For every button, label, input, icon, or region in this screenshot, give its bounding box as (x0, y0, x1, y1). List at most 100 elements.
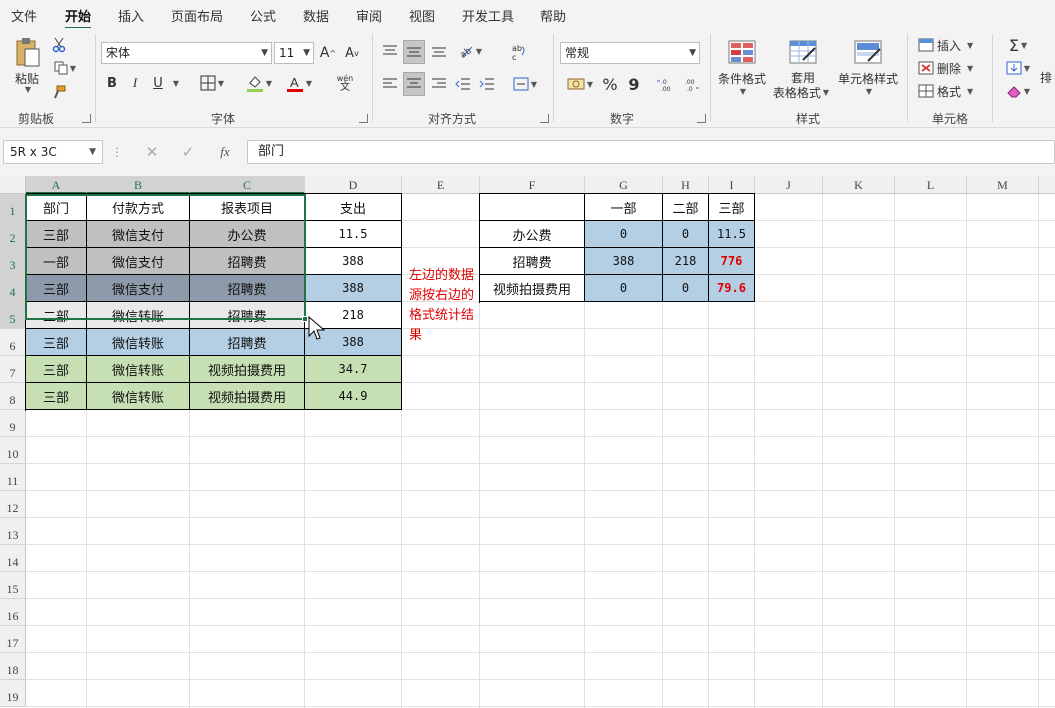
column-header-f[interactable]: F (480, 176, 585, 194)
summary-cell-highlight[interactable]: 79.6 (709, 275, 755, 302)
row-header-16[interactable]: 16 (0, 599, 26, 626)
table-cell[interactable]: 一部 (26, 248, 87, 275)
header-cell-dept[interactable]: 部门 (26, 194, 87, 221)
comma-style-button[interactable]: 9 (624, 73, 644, 95)
decrease-font-size-icon[interactable]: Av (342, 42, 362, 64)
format-as-table-button[interactable]: 表格格式 ▼ (770, 84, 832, 100)
tab-data[interactable]: 数据 (303, 6, 329, 25)
copy-icon[interactable]: ▼ (49, 59, 81, 77)
fill-icon[interactable]: ▼ (1003, 59, 1033, 77)
autosum-icon[interactable]: Σ ▼ (1003, 36, 1033, 55)
format-as-table-icon[interactable] (787, 38, 819, 66)
tab-file[interactable]: 文件 (11, 6, 37, 25)
header-cell-item[interactable]: 报表项目 (190, 194, 305, 221)
row-header-7[interactable]: 7 (0, 356, 26, 383)
tab-view[interactable]: 视图 (409, 6, 435, 25)
italic-button[interactable]: I (127, 73, 143, 93)
table-cell[interactable]: 微信转账 (87, 329, 190, 356)
align-middle-icon[interactable] (403, 40, 425, 64)
row-header-2[interactable]: 2 (0, 221, 26, 248)
format-painter-icon[interactable] (49, 83, 69, 101)
tab-home[interactable]: 开始 (65, 6, 92, 30)
paste-icon[interactable] (10, 36, 44, 70)
column-header-c[interactable]: C (190, 176, 305, 194)
conditional-formatting-dropdown-icon[interactable]: ▼ (736, 86, 748, 96)
table-cell[interactable]: 招聘费 (190, 302, 305, 329)
table-cell[interactable]: 三部 (26, 383, 87, 410)
table-cell[interactable]: 三部 (26, 275, 87, 302)
table-cell[interactable]: 388 (305, 275, 402, 302)
table-cell[interactable]: 34.7 (305, 356, 402, 383)
table-cell[interactable]: 11.5 (305, 221, 402, 248)
summary-cell[interactable]: 388 (585, 248, 663, 275)
decrease-decimal-icon[interactable]: .00.0 (680, 73, 702, 95)
decrease-indent-icon[interactable] (453, 73, 473, 95)
summary-header-cell[interactable]: 一部 (585, 194, 663, 221)
column-header-i[interactable]: I (709, 176, 755, 194)
clipboard-launcher-icon[interactable] (82, 114, 91, 123)
row-header-4[interactable]: 4 (0, 275, 26, 302)
row-header-9[interactable]: 9 (0, 410, 26, 437)
table-cell[interactable]: 招聘费 (190, 275, 305, 302)
accounting-format-icon[interactable]: ▼ (562, 73, 598, 95)
row-header-17[interactable]: 17 (0, 626, 26, 653)
percent-style-button[interactable]: % (600, 73, 620, 95)
row-header-8[interactable]: 8 (0, 383, 26, 410)
more-options-icon[interactable]: ⋮ (111, 143, 123, 161)
summary-header-cell[interactable]: 三部 (709, 194, 755, 221)
table-cell[interactable]: 微信支付 (87, 221, 190, 248)
row-header-1[interactable]: 1 (0, 194, 26, 221)
row-header-11[interactable]: 11 (0, 464, 26, 491)
summary-cell[interactable]: 11.5 (709, 221, 755, 248)
bold-button[interactable]: B (104, 73, 120, 93)
align-bottom-icon[interactable] (429, 40, 449, 62)
paste-dropdown-icon[interactable]: ▼ (18, 84, 36, 94)
phonetic-guide-icon[interactable]: wén 文 (330, 72, 360, 94)
column-header-l[interactable]: L (895, 176, 967, 194)
row-header-14[interactable]: 14 (0, 545, 26, 572)
summary-cell[interactable]: 0 (663, 221, 709, 248)
column-header-e[interactable]: E (402, 176, 480, 194)
tab-review[interactable]: 审阅 (356, 6, 382, 25)
conditional-formatting-button[interactable]: 条件格式 (716, 70, 768, 86)
tab-help[interactable]: 帮助 (540, 6, 566, 25)
align-center-icon[interactable] (403, 72, 425, 96)
font-name-select[interactable]: 宋体 ▼ (101, 42, 272, 64)
cell-styles-icon[interactable] (852, 38, 884, 66)
row-header-10[interactable]: 10 (0, 437, 26, 464)
column-header-d[interactable]: D (305, 176, 402, 194)
table-cell[interactable]: 视频拍摄费用 (190, 383, 305, 410)
row-header-13[interactable]: 13 (0, 518, 26, 545)
header-cell-payment[interactable]: 付款方式 (87, 194, 190, 221)
font-size-select[interactable]: 11 ▼ (274, 42, 314, 64)
header-cell-expense[interactable]: 支出 (305, 194, 402, 221)
formula-input[interactable]: 部门 (247, 140, 1055, 164)
column-header-k[interactable]: K (823, 176, 895, 194)
conditional-formatting-icon[interactable] (726, 38, 758, 66)
format-cells-button[interactable]: 格式 ▼ (918, 82, 980, 100)
cut-icon[interactable] (49, 36, 69, 54)
name-box[interactable]: 5R x 3C ▼ (3, 140, 103, 164)
insert-cells-button[interactable]: 插入 ▼ (918, 36, 980, 54)
worksheet-grid[interactable]: A B C D E F G H I J K L M 1 2 3 4 5 6 7 … (0, 176, 1055, 708)
tab-insert[interactable]: 插入 (118, 6, 144, 25)
table-cell[interactable]: 视频拍摄费用 (190, 356, 305, 383)
summary-row-label[interactable]: 招聘费 (480, 248, 585, 275)
table-cell[interactable]: 微信转账 (87, 356, 190, 383)
underline-dropdown-icon[interactable]: ▼ (168, 73, 182, 93)
number-format-select[interactable]: 常规 ▼ (560, 42, 700, 64)
select-all-corner[interactable] (0, 176, 26, 194)
column-header-m[interactable]: M (967, 176, 1039, 194)
row-header-19[interactable]: 19 (0, 680, 26, 707)
tab-page-layout[interactable]: 页面布局 (171, 6, 223, 25)
orientation-icon[interactable]: ab▼ (453, 40, 487, 62)
font-color-icon[interactable]: A ▼ (282, 72, 316, 94)
column-header-g[interactable]: G (585, 176, 663, 194)
column-header-j[interactable]: J (755, 176, 823, 194)
column-header-h[interactable]: H (663, 176, 709, 194)
summary-cell[interactable]: 0 (663, 275, 709, 302)
delete-cells-button[interactable]: 删除 ▼ (918, 59, 980, 77)
table-cell[interactable]: 招聘费 (190, 248, 305, 275)
table-cell[interactable]: 388 (305, 248, 402, 275)
borders-icon[interactable]: ▼ (194, 73, 230, 93)
